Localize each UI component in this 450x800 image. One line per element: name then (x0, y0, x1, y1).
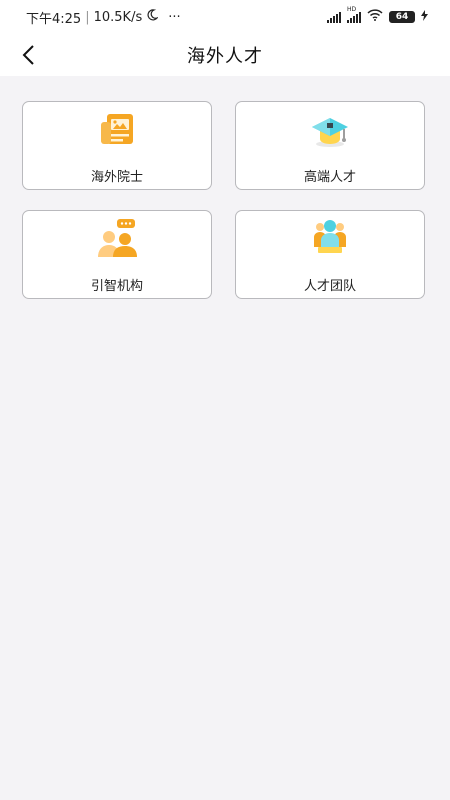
card-high-end-talent[interactable]: 高端人才 (235, 101, 425, 190)
team-icon (314, 220, 346, 253)
people-chat-icon (98, 219, 137, 257)
chevron-left-icon (22, 45, 34, 65)
charging-icon (421, 9, 428, 25)
category-grid: 海外院士 高端人才 引智机构 人才团队 (22, 101, 426, 299)
battery-level: 64 (395, 12, 409, 22)
page-title: 海外人才 (187, 46, 263, 67)
hd-label: HD (347, 5, 357, 13)
status-time: 下午4:25 (26, 11, 82, 27)
graduation-cap-icon (312, 118, 348, 147)
card-talent-agencies[interactable]: 引智机构 (22, 210, 212, 299)
back-button[interactable] (14, 39, 42, 71)
card-label: 海外院士 (90, 170, 143, 185)
status-bar: 下午4:25 | 10.5K/s ··· HD 64 (0, 0, 450, 34)
app-header: 海外人才 (0, 34, 450, 76)
battery-icon: 64 (389, 11, 415, 23)
status-separator: | (85, 9, 90, 25)
status-right: HD 64 (327, 6, 428, 25)
newspaper-icon (101, 114, 133, 144)
wifi-icon (367, 9, 383, 25)
moon-icon (146, 9, 160, 25)
card-label: 高端人才 (303, 170, 356, 185)
card-label: 引智机构 (90, 279, 143, 294)
card-label: 人才团队 (303, 279, 356, 294)
card-overseas-academicians[interactable]: 海外院士 (22, 101, 212, 190)
status-left: 下午4:25 | 10.5K/s ··· (26, 8, 181, 27)
signal-icon (327, 11, 341, 23)
more-dots: ··· (168, 9, 181, 25)
network-speed: 10.5K/s (93, 9, 143, 25)
signal-hd-icon: HD (347, 6, 361, 23)
card-talent-team[interactable]: 人才团队 (235, 210, 425, 299)
